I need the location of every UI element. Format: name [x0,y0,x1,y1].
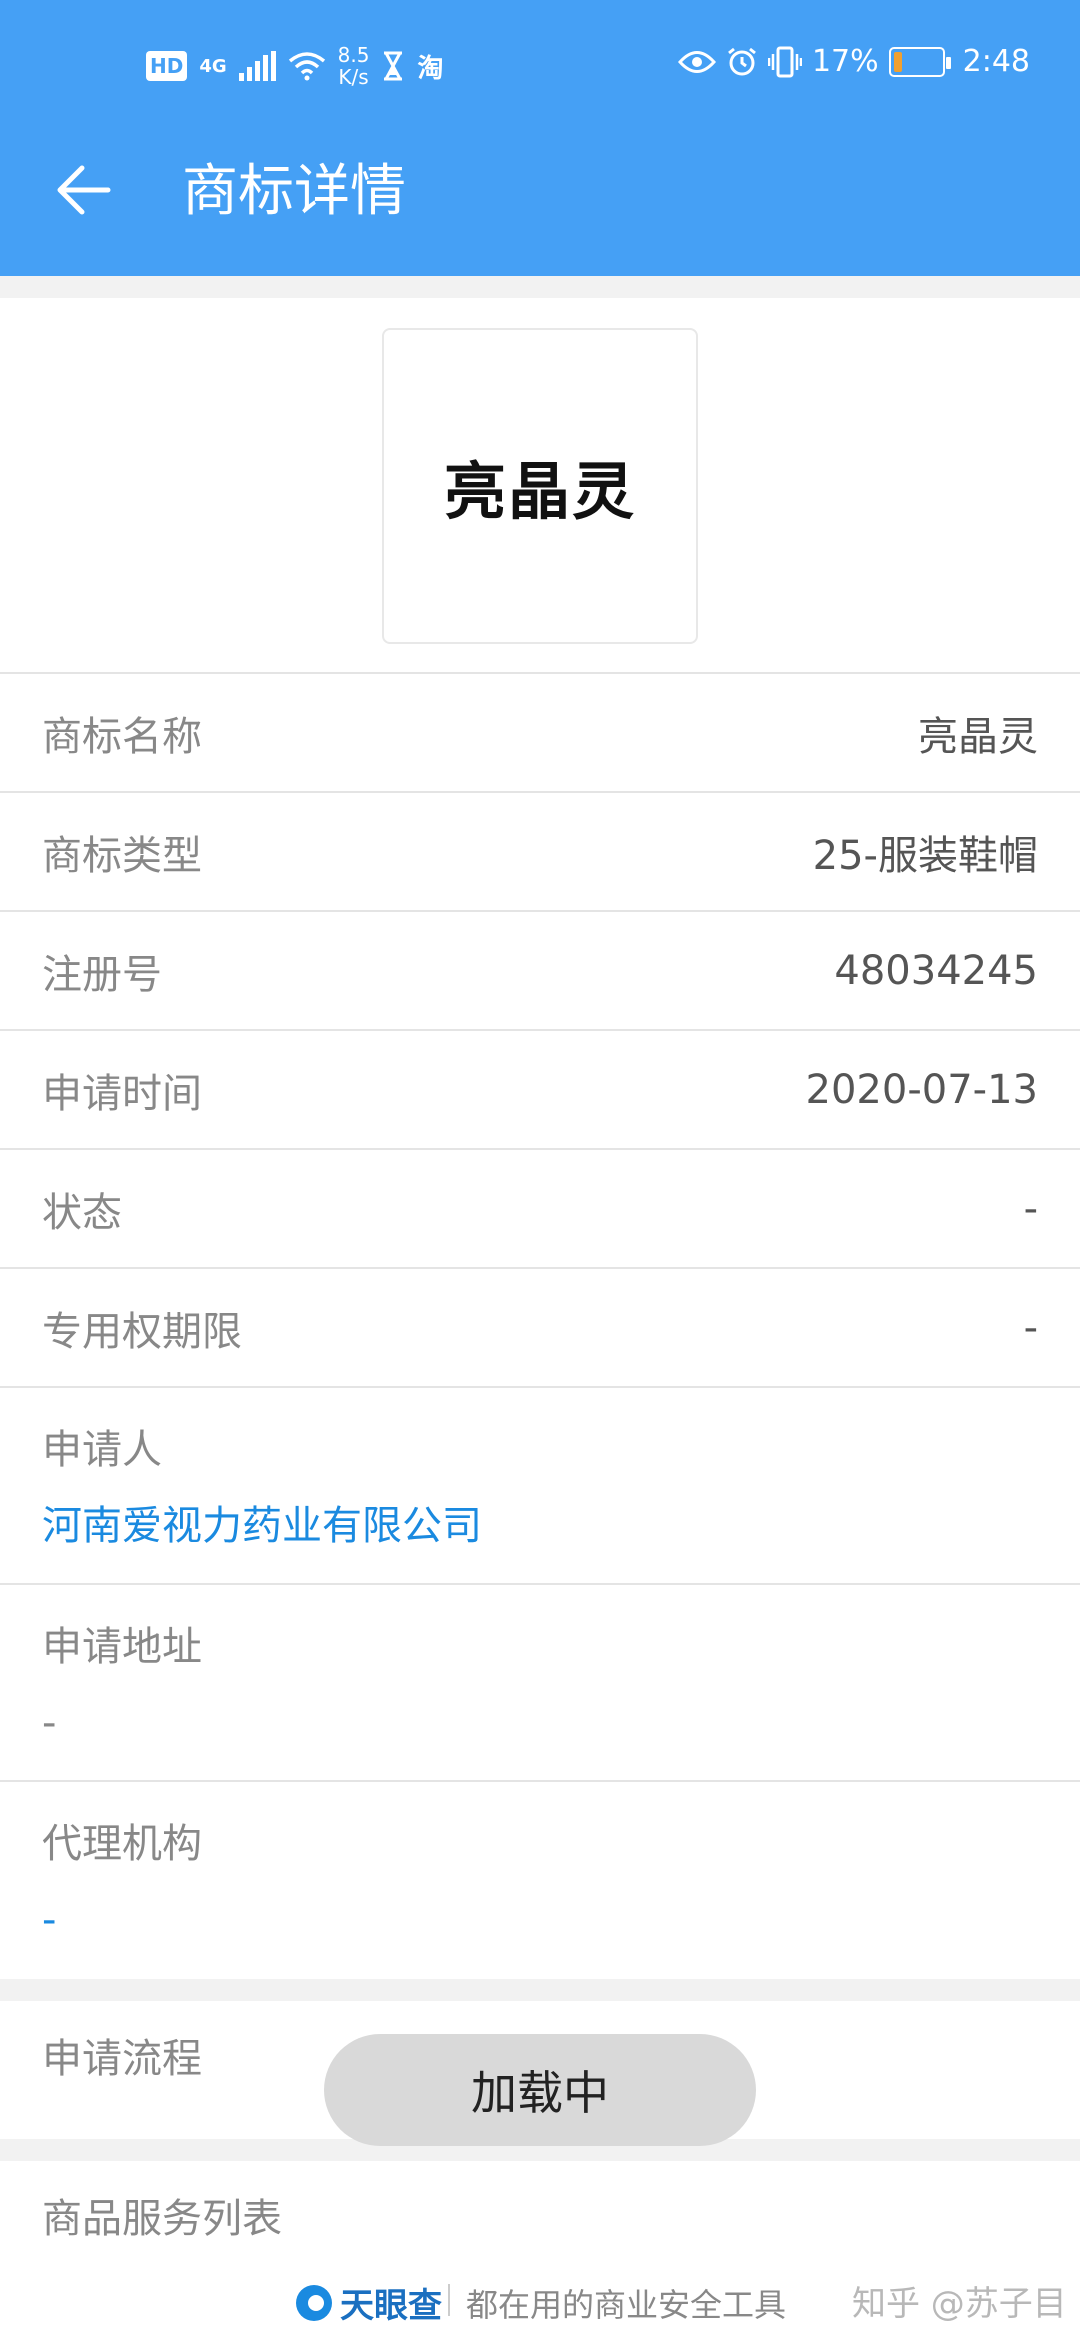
app-header: HD 4G 8.5 K/s 淘 17% 2:48 商标详情 [0,0,1080,276]
battery-percent: 17% [811,44,879,79]
status-time: 2:48 [962,44,1030,79]
section-title: 商品服务列表 [42,2196,282,2242]
page-title: 商标详情 [182,159,406,224]
detail-value: 48034245 [834,947,1038,994]
detail-label: 注册号 [42,951,162,998]
back-arrow-icon[interactable] [52,160,112,220]
eye-icon [677,50,716,73]
detail-row-exclusive-term: 专用权期限 - [0,1269,1080,1388]
brand-slogan: 都在用的商业安全工具 [466,2286,787,2324]
status-bar-left: HD 4G 8.5 K/s 淘 [146,44,443,88]
network-speed: 8.5 K/s [338,44,370,88]
detail-row-registration-number: 注册号 48034245 [0,912,1080,1031]
hd-icon: HD [146,51,188,81]
wifi-icon [288,52,325,81]
vibrate-icon [767,46,802,77]
alarm-icon [728,47,756,75]
speed-unit: K/s [338,65,369,89]
detail-value: 亮晶灵 [918,713,1038,760]
detail-value: 25-服装鞋帽 [812,832,1038,879]
hourglass-icon [384,51,403,81]
detail-row-name: 商标名称 亮晶灵 [0,674,1080,793]
agency-value[interactable]: - [42,1892,1038,1948]
trademark-logo[interactable]: 亮晶灵 [382,328,698,644]
detail-row-type: 商标类型 25-服装鞋帽 [0,793,1080,912]
status-bar: HD 4G 8.5 K/s 淘 17% 2:48 [0,0,1080,130]
section-title: 申请流程 [42,2036,202,2082]
network-type: 4G [199,55,227,77]
applicant-label: 申请人 [42,1427,162,1473]
tianyancha-logo-icon [296,2284,332,2321]
detail-label: 专用权期限 [42,1308,242,1355]
detail-label: 申请时间 [42,1070,202,1117]
footer-divider [448,2284,450,2316]
detail-label: 商标名称 [42,713,202,760]
address-row: 申请地址 - [0,1585,1080,1782]
brand-name: 天眼查 [340,2286,442,2326]
trademark-logo-section: 亮晶灵 [0,298,1080,674]
agency-row: 代理机构 - [0,1782,1080,1979]
section-divider [0,1979,1080,2001]
applicant-row: 申请人 河南爱视力药业有限公司 [0,1388,1080,1585]
tianyancha-brand: 天眼查 [296,2278,442,2327]
applicant-link[interactable]: 河南爱视力药业有限公司 [42,1498,1038,1554]
status-bar-right: 17% 2:48 [677,44,1030,79]
trademark-detail-content: 亮晶灵 商标名称 亮晶灵 商标类型 25-服装鞋帽 注册号 48034245 申… [0,298,1080,2299]
speed-value: 8.5 [337,43,370,67]
battery-icon [888,46,951,77]
zhihu-watermark: 知乎 @苏子目 [852,2284,1067,2324]
agency-label: 代理机构 [42,1821,202,1867]
trademark-logo-text: 亮晶灵 [443,455,636,528]
detail-row-application-date: 申请时间 2020-07-13 [0,1031,1080,1150]
detail-label: 状态 [42,1189,122,1236]
detail-row-status: 状态 - [0,1150,1080,1269]
brand-footer: 天眼查 都在用的商业安全工具 知乎 @苏子目 [0,2262,1080,2340]
detail-value: - [1023,1304,1038,1351]
signal-icon [238,51,276,81]
loading-toast: 加载中 [324,2034,756,2146]
detail-value: 2020-07-13 [805,1066,1038,1113]
detail-value: - [1023,1185,1038,1232]
address-value: - [42,1700,57,1746]
taobao-icon: 淘 [417,53,444,84]
detail-label: 商标类型 [42,832,202,879]
address-label: 申请地址 [42,1624,202,1670]
battery-level [893,51,902,72]
